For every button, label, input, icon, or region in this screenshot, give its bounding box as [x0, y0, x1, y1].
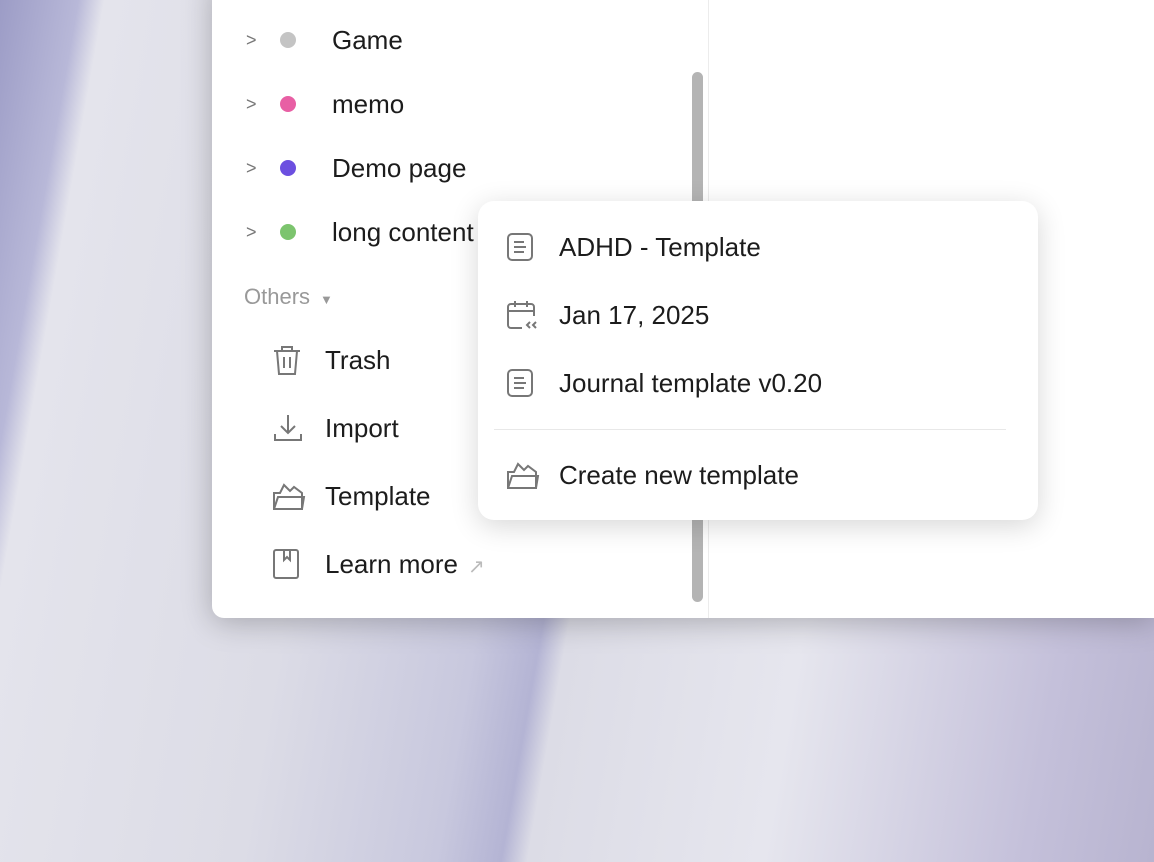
calendar-icon [507, 301, 537, 329]
page-label: Demo page [332, 152, 467, 183]
chevron-right-icon[interactable]: > [246, 222, 257, 243]
page-label: memo [332, 88, 405, 119]
template-menu: ADHD - Template Jan 17, 2025 Journal templ… [478, 201, 1038, 520]
page-color-dot [280, 32, 296, 48]
page-label: long content [332, 216, 474, 247]
page-color-dot [280, 96, 296, 112]
page-color-dot [280, 160, 296, 176]
others-section-header[interactable]: Others ▼ [244, 284, 333, 310]
chevron-right-icon[interactable]: > [246, 30, 257, 51]
sidebar-page-item[interactable]: > Demo page [212, 148, 692, 188]
page-label: Game [332, 24, 403, 55]
download-icon [274, 415, 302, 441]
folder-open-icon [507, 462, 540, 489]
document-icon [507, 369, 533, 397]
external-link-icon: ↗ [467, 555, 485, 578]
document-icon [507, 233, 533, 261]
menu-divider [494, 429, 1006, 430]
template-menu-item[interactable]: ADHD - Template [478, 222, 1038, 272]
page-color-dot [280, 224, 296, 240]
chevron-right-icon[interactable]: > [246, 158, 257, 179]
create-new-template-button[interactable]: Create new template [478, 450, 1038, 500]
book-icon [273, 549, 299, 579]
trash-icon [274, 346, 300, 375]
caret-down-icon: ▼ [320, 292, 333, 307]
folder-open-icon [273, 483, 306, 510]
sidebar-page-item[interactable]: > Game [212, 20, 692, 60]
template-menu-item[interactable]: Journal template v0.20 [478, 358, 1038, 408]
chevron-right-icon[interactable]: > [246, 94, 257, 115]
sidebar-page-item[interactable]: > memo [212, 84, 692, 124]
template-menu-item[interactable]: Jan 17, 2025 [478, 290, 1038, 340]
